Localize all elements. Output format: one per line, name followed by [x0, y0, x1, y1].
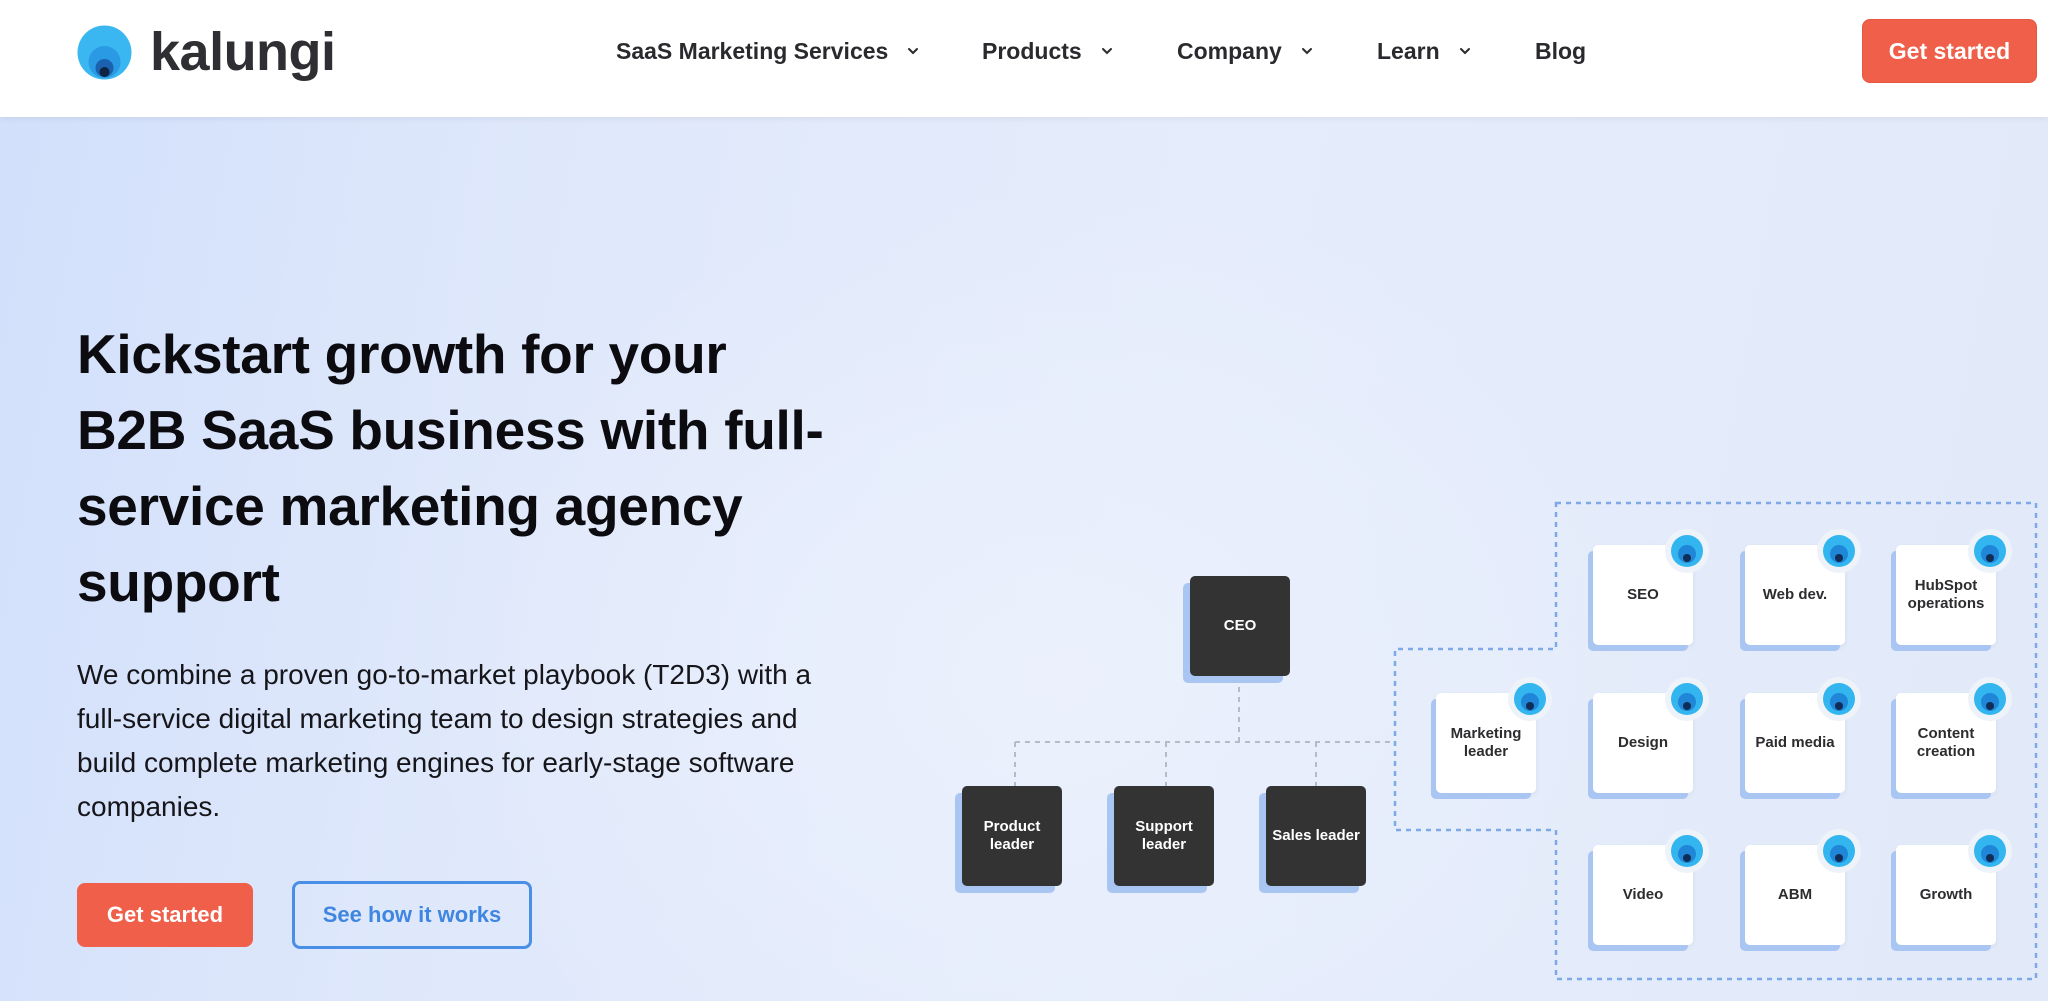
org-node-seo: SEO: [1593, 529, 1709, 645]
org-node-label: Web dev.: [1762, 586, 1828, 603]
chevron-down-icon: [1101, 48, 1112, 55]
org-node-ceo: CEO: [1190, 576, 1290, 676]
org-node-paid-media: Paid media: [1745, 677, 1861, 793]
org-node-content-creation: Content creation: [1896, 677, 2012, 793]
kalungi-badge-icon: [1665, 677, 1709, 721]
nav-item-saas-marketing-services[interactable]: SaaS Marketing Services: [616, 34, 920, 68]
kalungi-badge-icon: [1968, 829, 2012, 873]
nav-item-products[interactable]: Products: [982, 34, 1114, 68]
org-node-product-leader: Product leader: [962, 786, 1062, 886]
org-node-marketing-leader: Marketing leader: [1436, 677, 1552, 793]
nav-item-label: Learn: [1377, 37, 1440, 64]
header-get-started-button[interactable]: Get started: [1862, 19, 2037, 83]
chevron-down-icon: [908, 48, 919, 55]
org-node-sales-leader: Sales leader: [1266, 786, 1366, 886]
org-node-design: Design: [1593, 677, 1709, 793]
org-node-label: ABM: [1777, 886, 1813, 903]
org-node-growth: Growth: [1896, 829, 2012, 945]
org-node-label: Paid media: [1755, 734, 1835, 751]
org-node-label: Content creation: [1916, 725, 1976, 760]
kalungi-badge-icon: [1817, 529, 1861, 573]
site-header: kalungi SaaS Marketing Services Products…: [0, 0, 2048, 117]
org-node-web-dev: Web dev.: [1745, 529, 1861, 645]
chevron-down-icon: [1459, 48, 1470, 55]
nav-item-label: Company: [1177, 37, 1282, 64]
nav-item-label: Blog: [1535, 37, 1587, 64]
org-node-abm: ABM: [1745, 829, 1861, 945]
org-node-video: Video: [1593, 829, 1709, 945]
nav-item-label: SaaS Marketing Services: [616, 37, 889, 64]
logo-mark-icon: [77, 25, 132, 80]
org-chart-illustration: CEO Product leader Support leader Sales …: [0, 117, 2048, 1001]
org-node-label: Design: [1617, 734, 1668, 751]
kalungi-badge-icon: [1817, 677, 1861, 721]
org-node-label: SEO: [1627, 586, 1659, 603]
hero-section: Kickstart growth for your B2B SaaS busin…: [0, 117, 2048, 1001]
org-node-label: HubSpot operations: [1907, 577, 1985, 612]
nav-item-company[interactable]: Company: [1177, 34, 1314, 68]
kalungi-badge-icon: [1968, 529, 2012, 573]
nav-item-learn[interactable]: Learn: [1377, 34, 1472, 68]
kalungi-badge-icon: [1508, 677, 1552, 721]
logo-text: kalungi: [150, 22, 336, 82]
nav-item-label: Products: [982, 37, 1082, 64]
org-node-support-leader: Support leader: [1114, 786, 1214, 886]
logo[interactable]: kalungi: [77, 22, 336, 82]
kalungi-badge-icon: [1968, 677, 2012, 721]
org-node-hubspot-operations: HubSpot operations: [1896, 529, 2012, 645]
kalungi-badge-icon: [1817, 829, 1861, 873]
org-node-label: Growth: [1919, 886, 1973, 903]
nav-item-blog[interactable]: Blog: [1535, 34, 1586, 68]
chevron-down-icon: [1301, 48, 1312, 55]
kalungi-badge-icon: [1665, 529, 1709, 573]
kalungi-badge-icon: [1665, 829, 1709, 873]
org-node-label: Video: [1622, 886, 1664, 903]
org-node-label: Marketing leader: [1450, 725, 1522, 760]
